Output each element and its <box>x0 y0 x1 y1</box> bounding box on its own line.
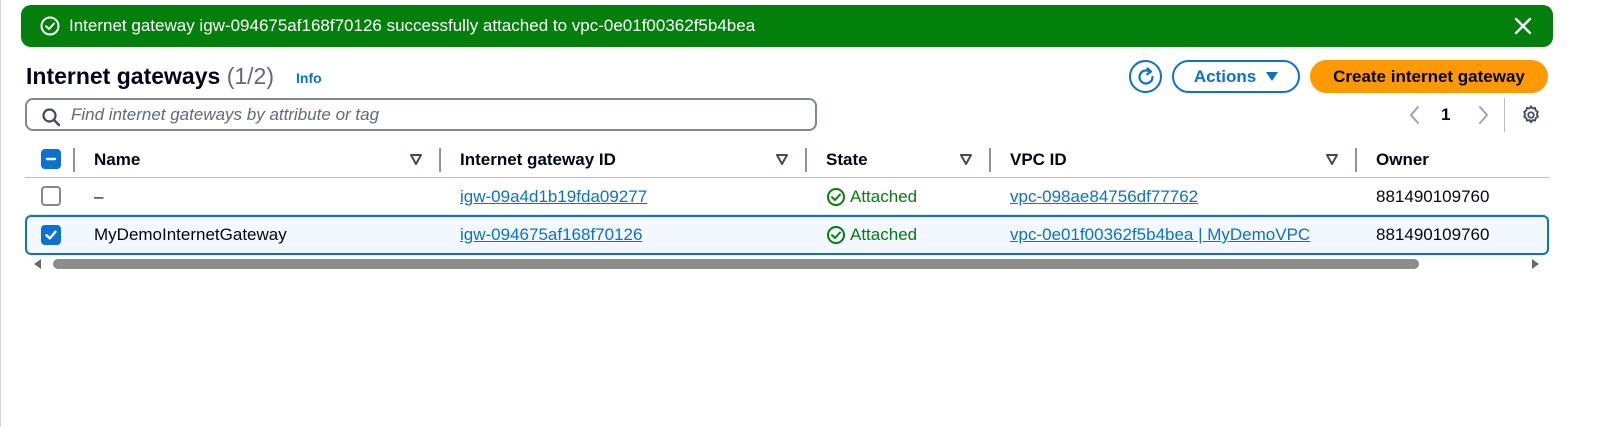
table-header: Name Internet gateway ID State VPC ID Ow… <box>25 140 1549 178</box>
column-header-name[interactable]: Name <box>94 150 140 170</box>
success-flash-banner: Internet gateway igw-094675af168f70126 s… <box>21 5 1553 47</box>
column-divider <box>805 148 807 172</box>
scroll-right-arrow-icon[interactable] <box>1532 259 1539 269</box>
column-header-gateway-id[interactable]: Internet gateway ID <box>460 150 616 170</box>
actions-dropdown-button[interactable]: Actions <box>1172 60 1300 93</box>
cell-gateway-id-link[interactable]: igw-094675af168f70126 <box>460 225 642 245</box>
search-filter[interactable] <box>25 98 817 131</box>
column-divider <box>439 148 441 172</box>
previous-page-icon[interactable] <box>1405 104 1425 126</box>
scroll-left-arrow-icon[interactable] <box>34 259 41 269</box>
page-title-text: Internet gateways <box>26 63 221 89</box>
column-header-state[interactable]: State <box>826 150 868 170</box>
sort-icon[interactable] <box>776 154 788 165</box>
column-divider <box>1355 148 1357 172</box>
success-status-icon <box>827 188 845 206</box>
refresh-icon <box>1137 66 1154 85</box>
checkmark-icon <box>45 230 57 240</box>
actions-label: Actions <box>1193 66 1257 86</box>
flash-message: Internet gateway igw-094675af168f70126 s… <box>69 16 756 35</box>
cell-state: Attached <box>826 225 917 245</box>
check-circle-icon <box>40 16 60 36</box>
sort-icon[interactable] <box>410 154 422 165</box>
gear-icon[interactable] <box>1520 104 1542 126</box>
cell-gateway-id-link[interactable]: igw-09a4d1b19fda09277 <box>460 187 647 207</box>
page-edge <box>0 0 1 427</box>
cell-name: – <box>94 187 104 206</box>
cell-name: MyDemoInternetGateway <box>94 225 287 244</box>
create-internet-gateway-button[interactable]: Create internet gateway <box>1310 60 1548 93</box>
row-checkbox-checked[interactable] <box>41 225 61 245</box>
state-label: Attached <box>850 225 918 244</box>
cell-owner: 881490109760 <box>1376 225 1490 244</box>
caret-down-icon <box>1266 72 1279 81</box>
horizontal-scrollbar[interactable] <box>30 257 1545 271</box>
page-title: Internet gateways (1/2) <box>26 62 274 90</box>
selection-count: (1/2) <box>226 63 274 89</box>
table-row-selected[interactable]: MyDemoInternetGateway igw-094675af168f70… <box>25 215 1549 255</box>
table-row[interactable]: – igw-09a4d1b19fda09277 Attached vpc-098… <box>25 178 1549 215</box>
current-page-number[interactable]: 1 <box>1441 105 1450 125</box>
column-header-owner[interactable]: Owner <box>1376 150 1429 170</box>
cell-vpc-id-link[interactable]: vpc-098ae84756df77762 <box>1010 187 1198 207</box>
refresh-button[interactable] <box>1129 60 1162 93</box>
close-icon[interactable] <box>1513 16 1533 36</box>
state-label: Attached <box>850 187 918 206</box>
column-divider <box>989 148 991 172</box>
column-header-vpc-id[interactable]: VPC ID <box>1010 150 1067 170</box>
next-page-icon[interactable] <box>1473 104 1493 126</box>
row-checkbox[interactable] <box>41 186 61 206</box>
cell-state: Attached <box>826 187 917 207</box>
success-status-icon <box>827 226 845 244</box>
info-link[interactable]: Info <box>296 70 322 86</box>
indeterminate-icon <box>45 157 57 161</box>
sort-icon[interactable] <box>960 154 972 165</box>
search-input[interactable] <box>71 104 801 126</box>
column-divider <box>73 148 75 172</box>
select-all-checkbox[interactable] <box>41 149 61 169</box>
scrollbar-thumb[interactable] <box>53 259 1419 269</box>
search-icon <box>42 108 61 127</box>
cell-owner: 881490109760 <box>1376 187 1490 206</box>
sort-icon[interactable] <box>1326 154 1338 165</box>
pagination-divider <box>1504 98 1505 132</box>
cell-vpc-id-link[interactable]: vpc-0e01f00362f5b4bea | MyDemoVPC <box>1010 225 1310 245</box>
